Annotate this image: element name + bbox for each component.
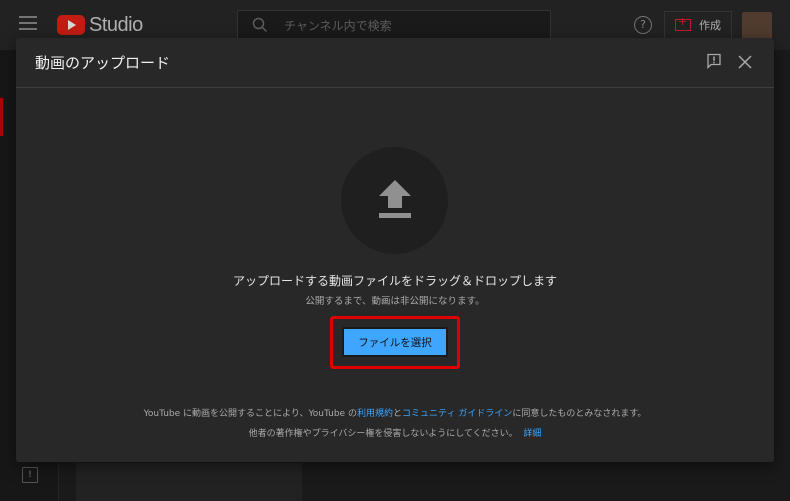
upload-arrow-icon: [379, 180, 411, 218]
terms-line-2: 他者の著作権やプライバシー権を侵害しないようにしてください。 詳細: [16, 424, 774, 444]
close-icon[interactable]: [738, 55, 752, 69]
terms-and: と: [392, 409, 402, 419]
learn-more-link[interactable]: 詳細: [523, 429, 541, 439]
terms-text-1: YouTube に動画を公開することにより、YouTube の: [143, 409, 357, 419]
dialog-header: 動画のアップロード: [16, 38, 774, 88]
upload-dialog: 動画のアップロード アップロードする動画ファイルをドラッグ＆ドロップします 公開…: [16, 38, 774, 462]
private-note: 公開するまで、動画は非公開になります。: [305, 296, 485, 307]
upload-drop-zone[interactable]: [341, 147, 448, 254]
feedback-icon[interactable]: [706, 53, 722, 69]
terms-text-2: に同意したものとみなされます。: [512, 409, 647, 419]
dialog-title: 動画のアップロード: [35, 54, 171, 72]
terms-notice: YouTube に動画を公開することにより、YouTube の利用規約とコミュニ…: [16, 404, 774, 444]
community-guidelines-link[interactable]: コミュニティ ガイドライン: [402, 409, 512, 419]
copyright-note: 他者の著作権やプライバシー権を侵害しないようにしてください。: [248, 429, 518, 439]
drag-drop-instructions: アップロードする動画ファイルをドラッグ＆ドロップします: [232, 274, 557, 288]
terms-of-service-link[interactable]: 利用規約: [357, 409, 393, 419]
terms-line-1: YouTube に動画を公開することにより、YouTube の利用規約とコミュニ…: [16, 404, 774, 424]
select-files-button[interactable]: ファイルを選択: [342, 327, 448, 357]
